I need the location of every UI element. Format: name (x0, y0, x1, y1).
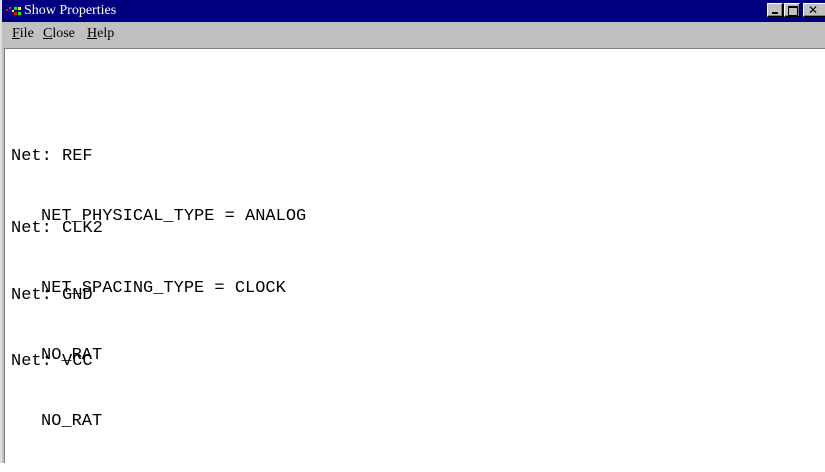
close-icon: ✕ (808, 3, 819, 17)
menu-close-label: lose (52, 26, 75, 41)
menu-close-mnemonic: C (43, 26, 53, 41)
menu-close[interactable]: Close (43, 26, 75, 42)
menu-help-label: elp (97, 26, 115, 41)
menu-help[interactable]: Help (87, 26, 114, 42)
net-name: Net: REF (11, 147, 93, 166)
net-name: Net: VCC (11, 352, 93, 371)
minimize-icon (772, 12, 778, 14)
menu-file-mnemonic: F (12, 26, 20, 41)
app-icon[interactable] (6, 5, 22, 17)
properties-text-area[interactable]: Net: REF NET_PHYSICAL_TYPE = ANALOG Net:… (4, 48, 825, 463)
minimize-button[interactable] (767, 3, 783, 17)
menu-help-mnemonic: H (87, 26, 98, 41)
menu-file[interactable]: File (12, 26, 34, 42)
window-title: Show Properties (24, 3, 117, 18)
show-properties-window: Show Properties ✕ File Close Help Net: R… (0, 0, 825, 463)
maximize-icon (788, 6, 798, 16)
net-block-vcc: Net: VCC NO_RAT (11, 312, 102, 472)
menu-file-label: ile (19, 26, 34, 41)
net-name: Net: GND (11, 286, 93, 305)
title-bar[interactable]: Show Properties ✕ (2, 0, 825, 22)
net-property: NO_RAT (41, 412, 103, 431)
maximize-button[interactable] (784, 3, 800, 17)
close-button[interactable]: ✕ (803, 3, 825, 17)
menu-bar: File Close Help (2, 22, 825, 46)
net-name: Net: CLK2 (11, 219, 103, 238)
